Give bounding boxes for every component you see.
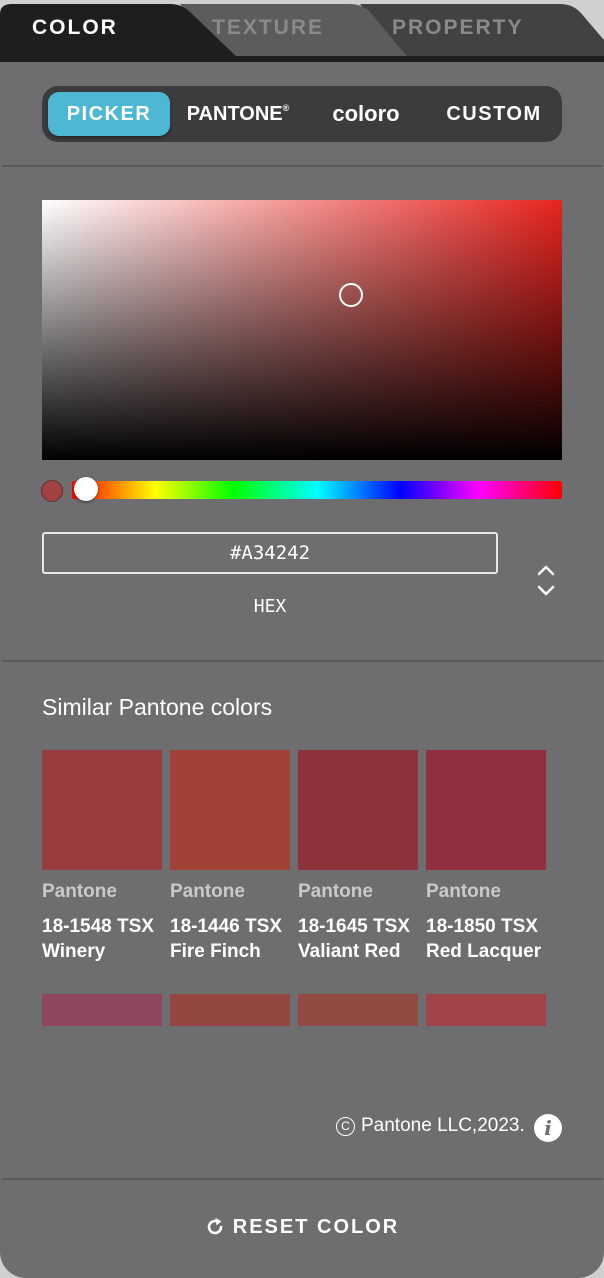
color-mode-label: HEX [253,596,287,617]
reset-color-button[interactable]: RESET COLOR [0,1200,604,1254]
pantone-swatch [426,750,546,870]
pantone-swatch-more[interactable] [42,994,162,1026]
pantone-swatch [170,750,290,870]
similar-colors-title: Similar Pantone colors [42,694,273,720]
tab-texture-label: TEXTURE [212,16,325,39]
coloro-logo-text: coloro [332,101,400,126]
pantone-swatch [42,750,162,870]
pantone-code: 18-1446 TSX [170,916,282,937]
hex-input[interactable] [42,532,498,574]
tab-texture[interactable]: TEXTURE [200,0,370,58]
copyright-notice: C Pantone LLC,2023. [336,1115,525,1137]
pantone-color-card[interactable]: Pantone 18-1850 TSX Red Lacquer [426,750,546,964]
pantone-name: Winery [42,941,106,962]
tab-property-label: PROPERTY [392,16,524,39]
info-icon[interactable]: i [534,1114,562,1142]
pantone-code: 18-1548 TSX [42,916,154,937]
pantone-logo-text: PANTONE [186,103,283,125]
pantone-brand: Pantone [42,881,117,902]
pantone-name: Valiant Red [298,941,401,962]
pantone-color-card[interactable]: Pantone 18-1645 TSX Valiant Red [298,750,418,964]
refresh-icon [207,1218,223,1235]
copyright-icon: C [336,1116,355,1136]
pantone-code: 18-1850 TSX [426,916,538,937]
pantone-name: Fire Finch [170,941,261,962]
pantone-brand: Pantone [298,881,373,902]
subtab-coloro[interactable]: coloro [306,92,426,136]
color-source-tabs: PICKER PANTONE® coloro CUSTOM [42,86,562,142]
tabs-underline [0,56,604,62]
pantone-code: 18-1645 TSX [298,916,410,937]
pantone-brand: Pantone [426,881,501,902]
registered-mark: ® [282,103,290,113]
pantone-swatch [298,750,418,870]
tab-property[interactable]: PROPERTY [380,0,580,58]
subtab-picker-label: PICKER [66,103,152,125]
saturation-value-area[interactable] [42,200,562,460]
tab-color[interactable]: COLOR [0,0,200,58]
chevron-up-down-icon [537,565,555,596]
pantone-swatch-more[interactable] [170,994,290,1026]
copyright-text: Pantone LLC,2023. [361,1115,525,1136]
subtab-picker[interactable]: PICKER [48,92,170,136]
color-mode-toggle[interactable] [534,562,558,600]
reset-color-label: RESET COLOR [232,1215,400,1238]
main-tabs: COLOR TEXTURE PROPERTY [0,0,604,62]
divider-middle [2,660,602,662]
color-panel: COLOR TEXTURE PROPERTY PICKER PANTONE® c… [0,0,604,1278]
tab-color-label: COLOR [32,16,118,39]
pantone-brand: Pantone [170,881,245,902]
pantone-name: Red Lacquer [426,941,542,962]
subtab-custom-label: CUSTOM [446,103,542,125]
pantone-color-card[interactable]: Pantone 18-1446 TSX Fire Finch [170,750,290,964]
subtab-pantone[interactable]: PANTONE® [178,92,298,136]
color-cursor[interactable] [339,283,363,307]
pantone-swatch-more[interactable] [426,994,546,1026]
divider-top [2,165,602,167]
hue-slider-thumb[interactable] [74,477,98,501]
subtab-custom[interactable]: CUSTOM [434,92,554,136]
current-color-swatch [41,480,63,502]
pantone-color-card[interactable]: Pantone 18-1548 TSX Winery [42,750,162,964]
hue-slider[interactable] [72,481,562,499]
pantone-swatch-more[interactable] [298,994,418,1026]
divider-bottom [2,1178,602,1180]
